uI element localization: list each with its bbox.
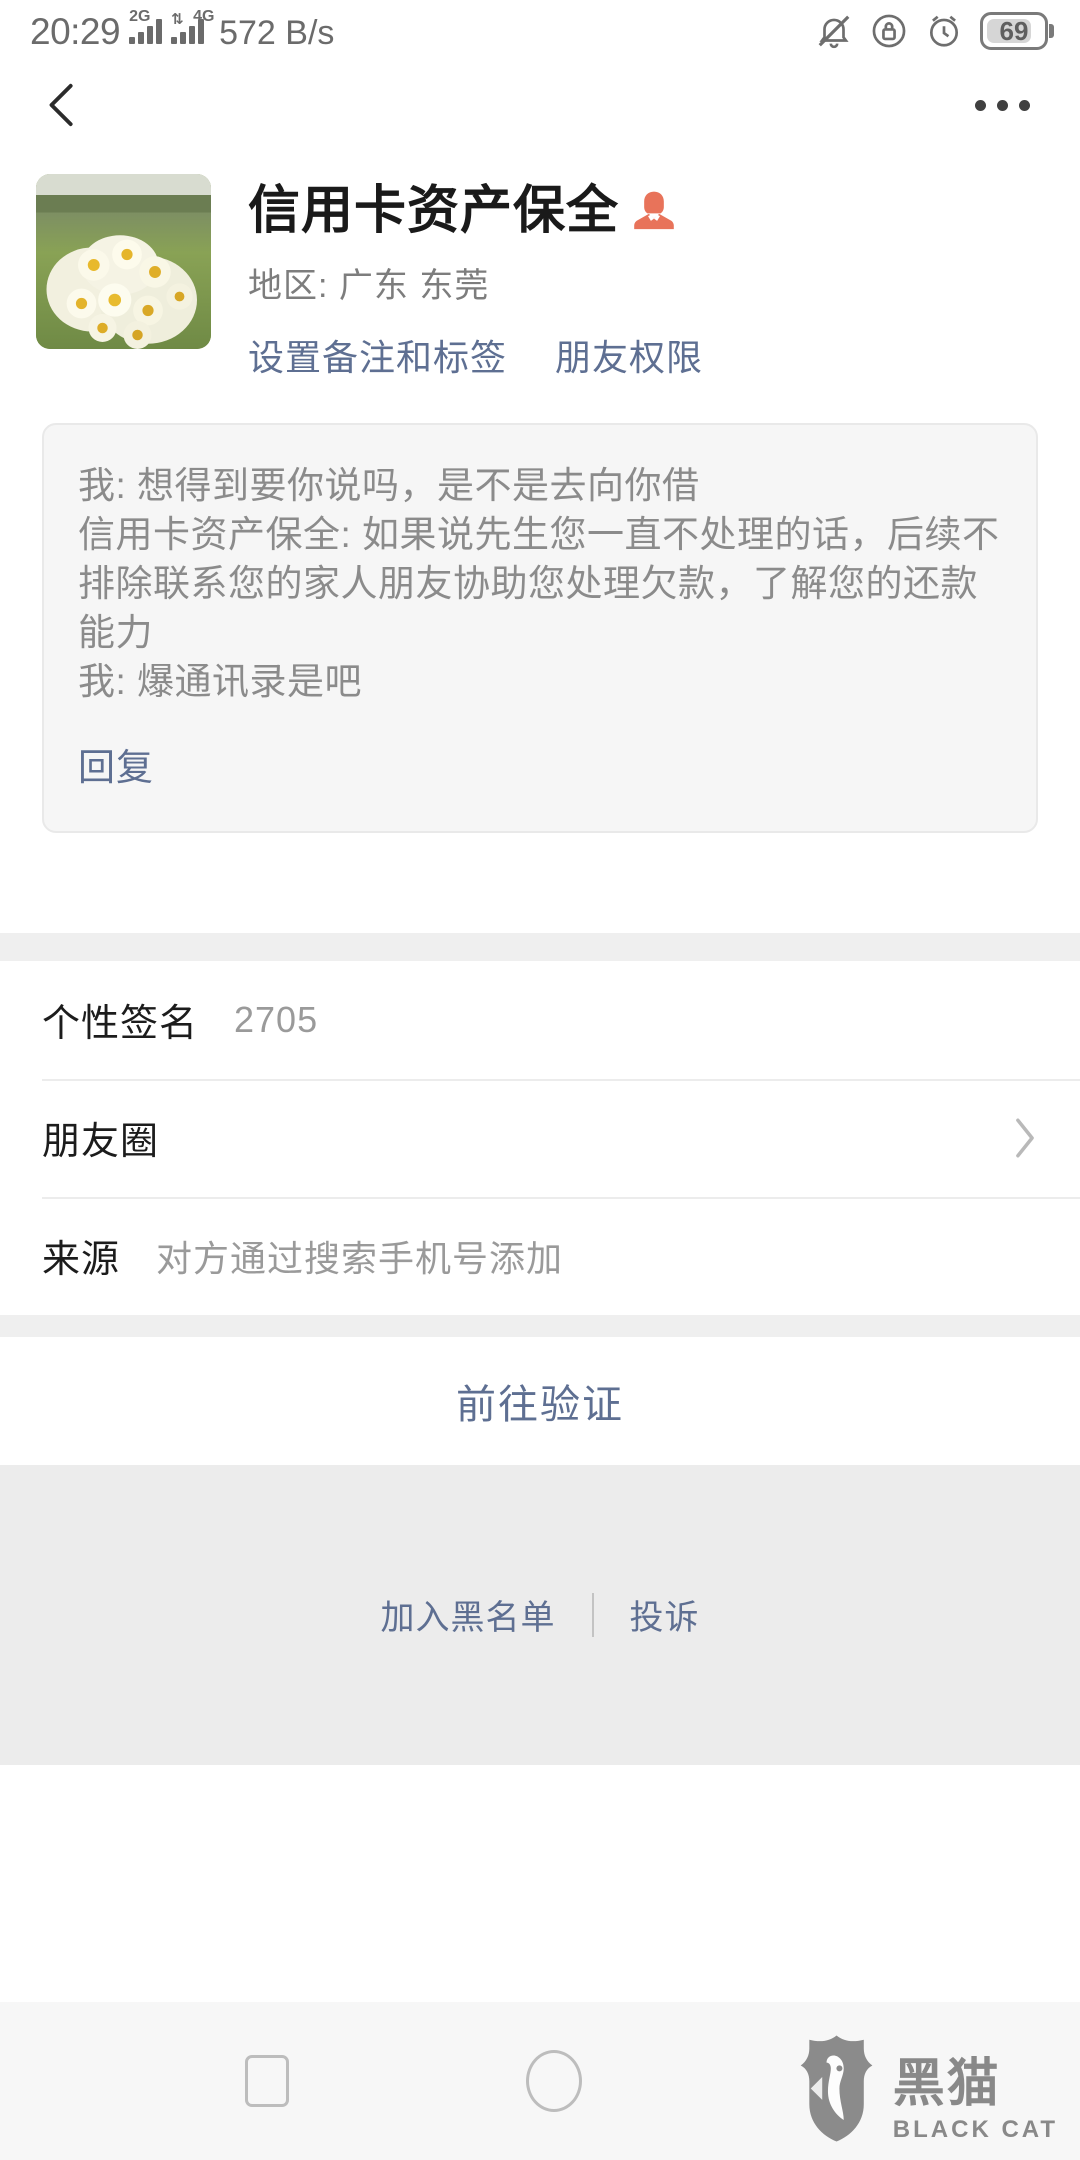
alarm-clock-icon <box>925 12 963 50</box>
square-recents-icon[interactable] <box>245 2055 289 2107</box>
moments-label: 朋友圈 <box>42 1121 160 1164</box>
section-divider <box>0 932 1080 961</box>
signature-row[interactable]: 个性签名 2705 <box>0 961 1080 1079</box>
more-options-button[interactable] <box>965 90 1040 121</box>
go-verify-label: 前往验证 <box>456 1382 624 1427</box>
friend-permissions-link[interactable]: 朋友权限 <box>555 329 703 381</box>
report-button[interactable]: 投诉 <box>594 1590 736 1639</box>
quote-line: 信用卡资产保全: 如果说先生您一直不处理的话，后续不排除联系您的家人朋友协助您处… <box>78 513 1000 654</box>
rotation-lock-icon <box>870 12 908 50</box>
navigation-bar <box>0 62 1080 148</box>
name-row: 信用卡资产保全 <box>248 184 1040 239</box>
source-label: 来源 <box>42 1239 121 1282</box>
avatar[interactable] <box>36 174 211 349</box>
source-value: 对方通过搜索手机号添加 <box>156 1237 564 1279</box>
reply-link[interactable]: 回复 <box>78 737 1002 791</box>
source-row: 来源 对方通过搜索手机号添加 <box>0 1196 1080 1315</box>
contact-name: 信用卡资产保全 <box>248 182 620 240</box>
watermark-cn-label: 黑猫 <box>892 2055 1001 2113</box>
profile-header: 信用卡资产保全 地区: 广东 东莞 设置备注和标签 朋友权限 <box>0 148 1080 381</box>
network-type-4g-label: 4G <box>193 7 215 25</box>
quote-line: 我: 爆通讯录是吧 <box>78 661 363 703</box>
region-line: 地区: 广东 东莞 <box>248 258 1040 307</box>
data-speed-label: 572 B/s <box>219 13 335 52</box>
info-rows: 个性签名 2705 朋友圈 来源 对方通过搜索手机号添加 <box>0 960 1080 1315</box>
cat-shield-logo-icon <box>795 2034 881 2144</box>
data-arrows-icon: ⇅ <box>171 10 184 28</box>
wechat-contact-profile-screen: 20:29 2G ⇅ 4G 572 B/s 69 信用卡资产保全 地区: 广东 … <box>0 0 1080 2160</box>
watermark-text: 黑猫 BLACK CAT <box>893 2058 1058 2144</box>
more-options-icon <box>1019 99 1030 111</box>
more-options-icon <box>997 99 1008 111</box>
watermark-en-label: BLACK CAT <box>892 2116 1058 2143</box>
status-bar: 20:29 2G ⇅ 4G 572 B/s 69 <box>0 0 1080 62</box>
signature-value: 2705 <box>234 998 319 1040</box>
signal-4g-icon: ⇅ 4G <box>171 8 214 44</box>
quote-line: 我: 想得到要你说吗，是不是去向你借 <box>78 464 700 506</box>
status-time: 20:29 <box>30 10 121 52</box>
region-value: 广东 东莞 <box>338 266 490 305</box>
bottom-actions: 加入黑名单 投诉 <box>0 1464 1080 1765</box>
network-type-2g-label: 2G <box>129 7 151 25</box>
moments-row[interactable]: 朋友圈 <box>0 1078 1080 1197</box>
chevron-right-icon <box>1012 1115 1038 1161</box>
section-divider <box>0 1314 1080 1337</box>
bell-muted-icon <box>815 12 853 50</box>
set-remark-and-tags-link[interactable]: 设置备注和标签 <box>248 329 507 381</box>
region-label: 地区: <box>248 266 329 305</box>
avatar-image <box>36 174 211 349</box>
chevron-left-icon <box>40 78 86 132</box>
person-bust-icon <box>633 189 675 233</box>
signal-2g-icon: 2G <box>129 7 163 44</box>
more-options-icon <box>975 99 986 111</box>
go-verify-button[interactable]: 前往验证 <box>0 1336 1080 1465</box>
profile-info: 信用卡资产保全 地区: 广东 东莞 设置备注和标签 朋友权限 <box>248 174 1040 381</box>
status-bar-right: 69 <box>815 12 1054 50</box>
back-button[interactable] <box>40 75 100 135</box>
battery-icon: 69 <box>980 12 1054 50</box>
add-to-blacklist-button[interactable]: 加入黑名单 <box>345 1590 592 1639</box>
status-bar-left: 20:29 2G ⇅ 4G 572 B/s <box>30 7 335 53</box>
signature-label: 个性签名 <box>42 1003 199 1046</box>
battery-percent-label: 69 <box>999 15 1029 46</box>
circle-home-icon[interactable] <box>526 2050 582 2112</box>
profile-links: 设置备注和标签 朋友权限 <box>248 329 1040 381</box>
watermark: 黑猫 BLACK CAT <box>795 2034 1058 2144</box>
quoted-chat-card[interactable]: 我: 想得到要你说吗，是不是去向你借 信用卡资产保全: 如果说先生您一直不处理的… <box>42 422 1038 833</box>
